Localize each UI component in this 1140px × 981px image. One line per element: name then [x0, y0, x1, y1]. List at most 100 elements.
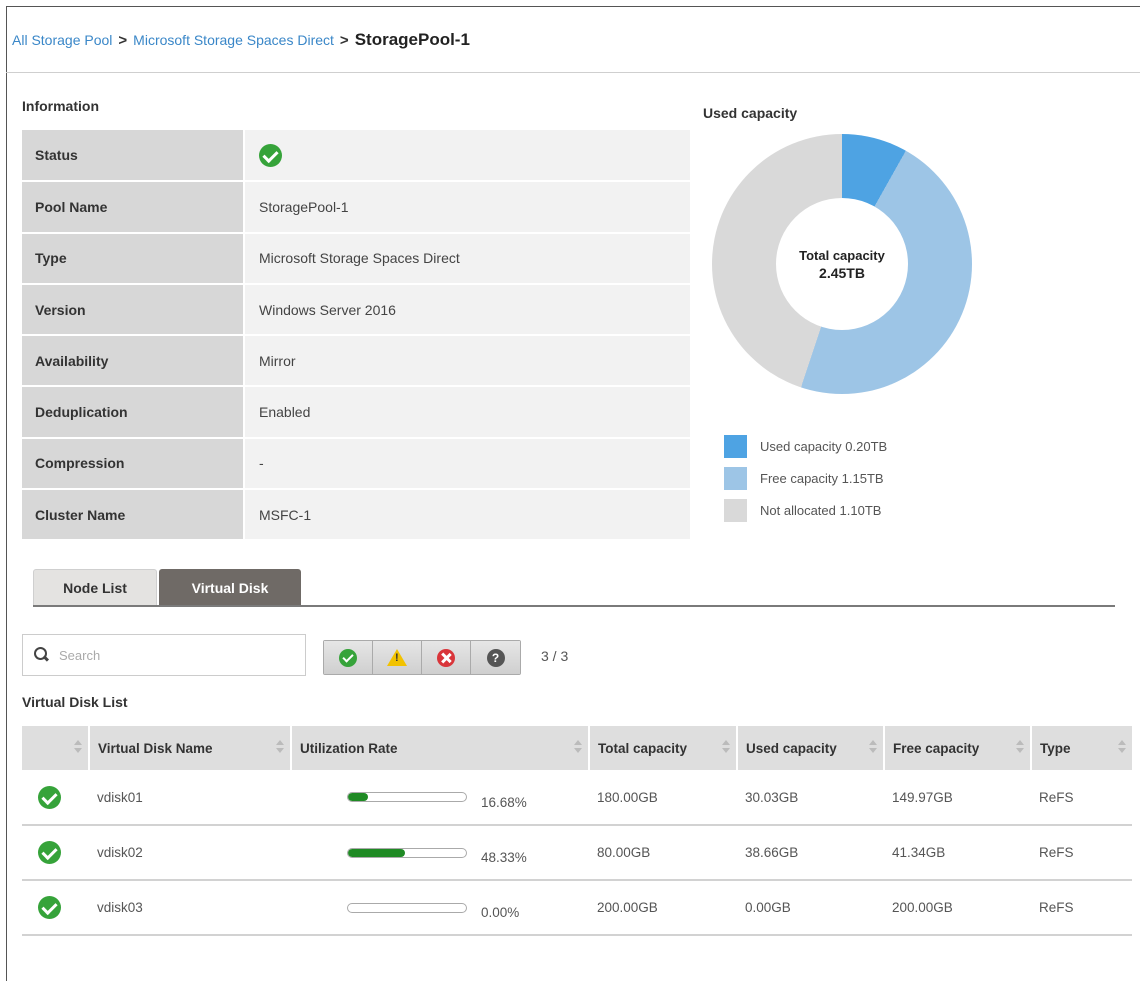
- legend-value: 0.20TB: [845, 438, 888, 454]
- info-row-deduplication: Deduplication Enabled: [22, 386, 690, 439]
- legend-used: Used capacity 0.20TB: [724, 430, 887, 462]
- info-label: Version: [22, 283, 244, 337]
- status-cell: [22, 825, 89, 880]
- info-row-cluster-name: Cluster Name MSFC-1: [22, 489, 690, 542]
- status-cell: [22, 770, 89, 825]
- breadcrumb-all-storage-pool[interactable]: All Storage Pool: [12, 32, 112, 48]
- info-value: [243, 130, 690, 183]
- check-circle-icon: [339, 648, 357, 667]
- info-row-compression: Compression -: [22, 437, 690, 491]
- utilization-bar-fill: [348, 848, 406, 857]
- disk-name: vdisk03: [97, 900, 143, 915]
- table-row[interactable]: vdisk02 48.33% 80.00GB 38.66GB 41.34GB R…: [22, 825, 1132, 880]
- info-row-status: Status: [22, 130, 690, 183]
- info-row-version: Version Windows Server 2016: [22, 283, 690, 337]
- column-header-label: Total capacity: [598, 740, 688, 756]
- info-label: Status: [22, 130, 244, 183]
- disk-name: vdisk02: [97, 845, 143, 860]
- utilization-cell: 0.00%: [291, 880, 589, 935]
- breadcrumb-separator: >: [339, 31, 349, 49]
- donut-center: Total capacity 2.45TB: [776, 198, 908, 330]
- column-header-type[interactable]: Type: [1031, 726, 1132, 770]
- info-row-pool-name: Pool Name StoragePool-1: [22, 181, 690, 234]
- info-value: StoragePool-1: [243, 181, 690, 234]
- sort-icon: [869, 740, 877, 754]
- tab-virtual-disk[interactable]: Virtual Disk: [159, 569, 301, 606]
- sort-icon: [722, 740, 730, 754]
- table-row[interactable]: vdisk03 0.00% 200.00GB 0.00GB 200.00GB R…: [22, 880, 1132, 935]
- column-header-name[interactable]: Virtual Disk Name: [89, 726, 292, 770]
- free-capacity: 149.97GB: [892, 789, 953, 805]
- utilization-cell: 48.33%: [291, 825, 589, 880]
- column-header-utilization[interactable]: Utilization Rate: [291, 726, 590, 770]
- column-header-label: Free capacity: [893, 740, 980, 756]
- status-filter-group: ?: [323, 640, 521, 675]
- disk-type: ReFS: [1039, 900, 1074, 915]
- column-header-free[interactable]: Free capacity: [884, 726, 1032, 770]
- filter-unknown-button[interactable]: ?: [471, 641, 520, 674]
- breadcrumb-s2d[interactable]: Microsoft Storage Spaces Direct: [133, 32, 334, 48]
- utilization-bar: [347, 847, 467, 858]
- legend-free: Free capacity 1.15TB: [724, 462, 887, 494]
- virtual-disk-table: Virtual Disk Name Utilization Rate Total…: [22, 726, 1132, 936]
- check-circle-icon: [38, 785, 61, 809]
- sort-icon: [74, 740, 82, 754]
- tab-node-list[interactable]: Node List: [33, 569, 157, 606]
- disk-type: ReFS: [1039, 845, 1074, 860]
- sort-icon: [276, 740, 284, 754]
- breadcrumb-separator: >: [118, 31, 128, 49]
- legend-swatch-not-allocated: [724, 498, 747, 522]
- status-cell: [22, 880, 89, 935]
- filter-ok-button[interactable]: [324, 641, 373, 674]
- info-label: Deduplication: [22, 386, 244, 439]
- search-box[interactable]: [22, 634, 306, 676]
- used-capacity: 30.03GB: [745, 789, 799, 805]
- disk-type: ReFS: [1039, 789, 1074, 805]
- breadcrumb: All Storage Pool > Microsoft Storage Spa…: [12, 30, 470, 50]
- free-capacity: 41.34GB: [892, 845, 946, 860]
- information-table: Status Pool Name StoragePool-1 Type Micr…: [22, 130, 690, 542]
- warning-triangle-icon: [387, 649, 407, 666]
- total-capacity: 200.00GB: [597, 900, 658, 915]
- total-capacity-value: 2.45TB: [819, 264, 865, 281]
- column-header-total[interactable]: Total capacity: [589, 726, 738, 770]
- search-input[interactable]: [59, 647, 299, 663]
- legend-value: 1.10TB: [839, 502, 882, 518]
- utilization-bar: [347, 792, 467, 802]
- column-header-status[interactable]: [22, 726, 90, 770]
- legend-swatch-free: [724, 466, 747, 490]
- info-row-type: Type Microsoft Storage Spaces Direct: [22, 232, 690, 285]
- info-label: Availability: [22, 335, 244, 388]
- column-header-used[interactable]: Used capacity: [737, 726, 885, 770]
- table-row[interactable]: vdisk01 16.68% 180.00GB 30.03GB 149.97GB…: [22, 770, 1132, 825]
- free-capacity: 200.00GB: [892, 900, 953, 915]
- info-value: Windows Server 2016: [243, 283, 690, 337]
- legend-label: Not allocated: [760, 502, 836, 518]
- info-label: Type: [22, 232, 244, 285]
- check-circle-icon: [38, 896, 61, 919]
- used-capacity: 0.00GB: [745, 900, 791, 915]
- legend-label: Used capacity: [760, 438, 842, 454]
- utilization-bar: [347, 902, 467, 913]
- question-circle-icon: ?: [486, 648, 505, 667]
- info-value: Enabled: [243, 386, 690, 439]
- info-label: Cluster Name: [22, 489, 244, 542]
- filter-count: 3 / 3: [541, 648, 569, 664]
- utilization-percent: 0.00%: [481, 905, 520, 920]
- info-row-availability: Availability Mirror: [22, 335, 690, 388]
- column-header-label: Virtual Disk Name: [98, 740, 213, 756]
- filter-error-button[interactable]: [422, 641, 471, 674]
- info-label: Compression: [22, 437, 244, 491]
- used-capacity-title: Used capacity: [703, 105, 798, 121]
- utilization-percent: 48.33%: [481, 850, 527, 865]
- breadcrumb-divider: [6, 72, 1140, 73]
- utilization-percent: 16.68%: [481, 794, 527, 810]
- breadcrumb-current: StoragePool-1: [354, 30, 470, 49]
- information-title: Information: [22, 98, 99, 114]
- tab-divider: [33, 605, 1115, 607]
- info-value: -: [243, 437, 690, 491]
- legend-not-allocated: Not allocated 1.10TB: [724, 494, 887, 526]
- filter-warning-button[interactable]: [373, 641, 422, 674]
- total-capacity: 80.00GB: [597, 845, 651, 860]
- tab-bar: Node List Virtual Disk: [33, 569, 301, 606]
